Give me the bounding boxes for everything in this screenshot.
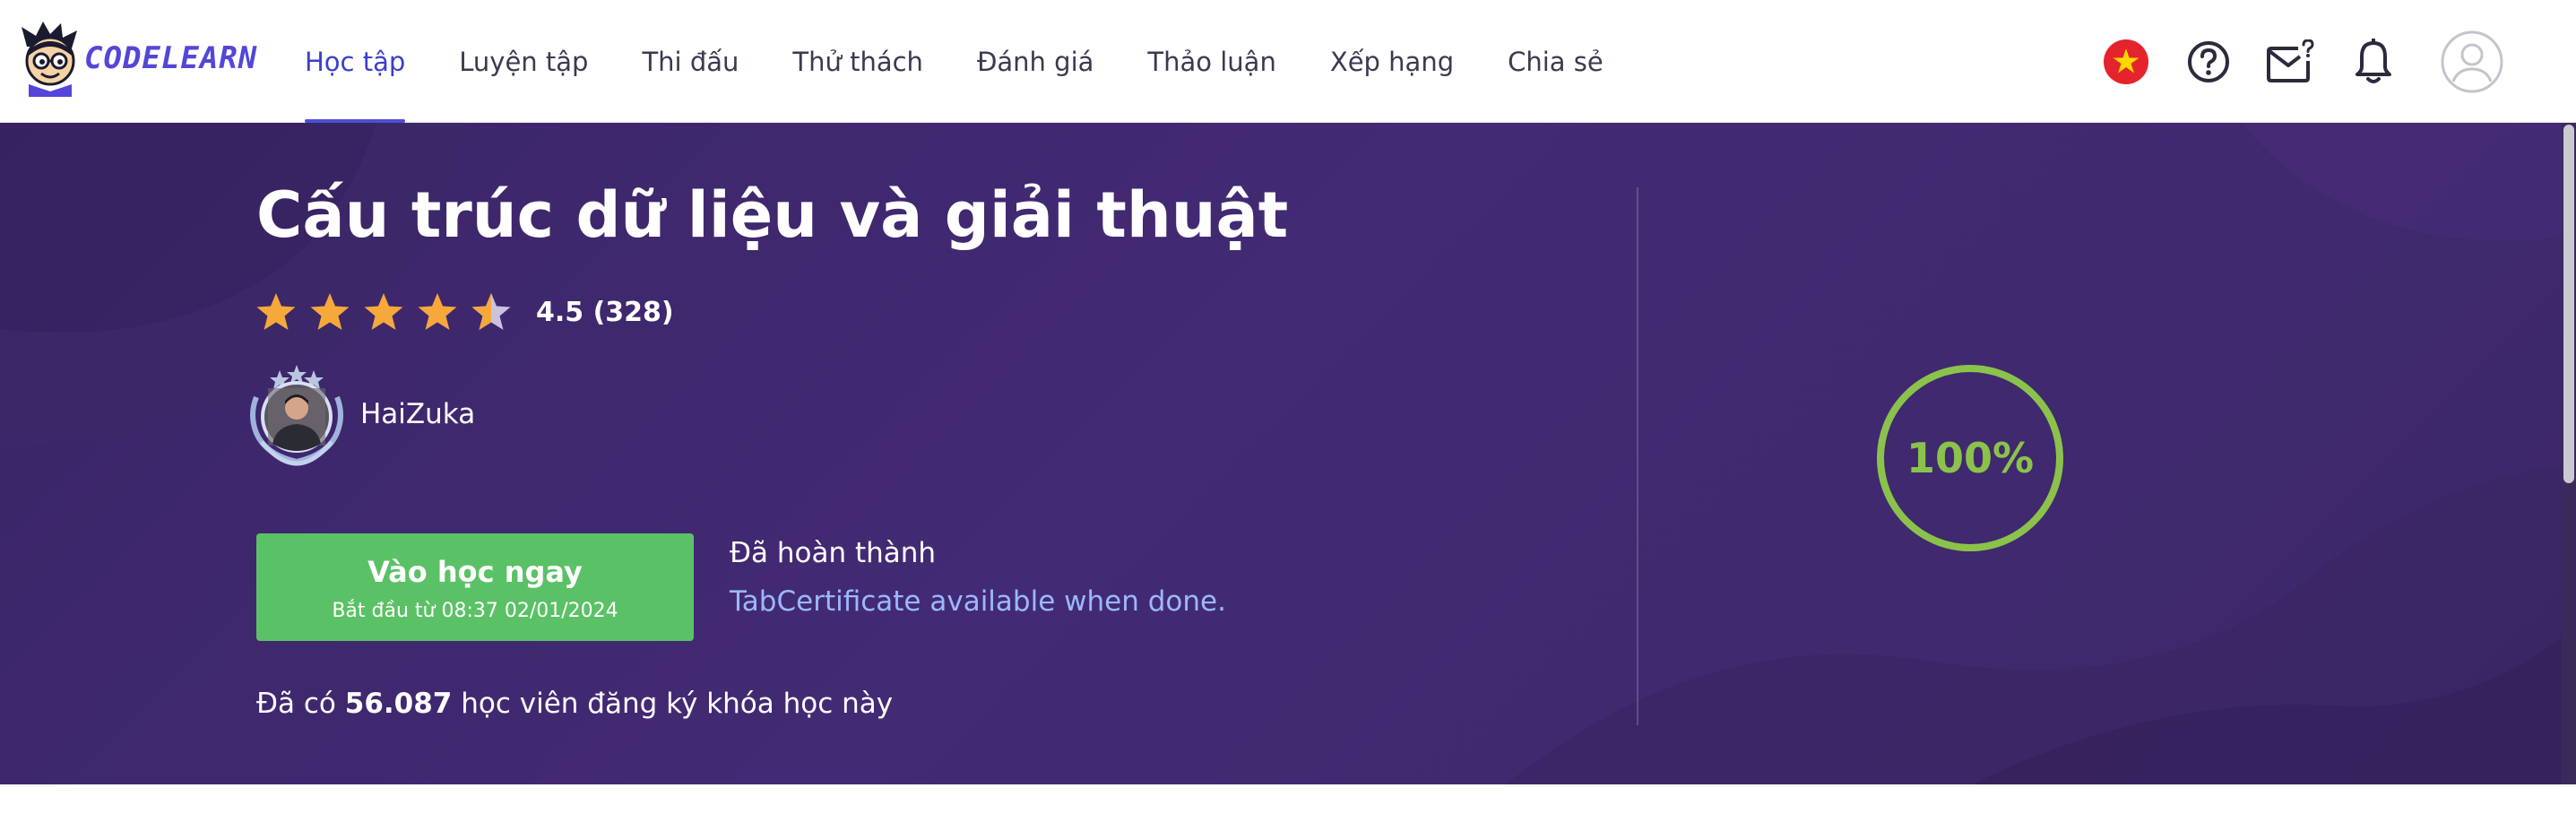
bell-icon	[2356, 38, 2391, 83]
course-hero: Cấu trúc dữ liệu và giải thuật 4.5 (328)	[0, 123, 2576, 784]
author-name: HaiZuka	[360, 398, 476, 430]
enrolled-suffix: học viên đăng ký khóa học này	[461, 688, 894, 720]
user-avatar-icon	[2441, 30, 2503, 92]
start-date-label: Bắt đầu từ 08:37 02/01/2024	[332, 600, 618, 622]
enrolled-number: 56.087	[344, 688, 453, 720]
hero-divider	[1637, 187, 1638, 725]
nav-item-chia-se[interactable]: Chia sẻ	[1481, 0, 1630, 123]
vietnam-flag-icon	[2104, 39, 2148, 84]
nav-actions	[2099, 0, 2504, 123]
nav-item-xep-hang[interactable]: Xếp hạng	[1303, 0, 1481, 123]
brand-name: CODELEARN	[84, 40, 258, 76]
help-icon	[2188, 40, 2229, 82]
certificate-link[interactable]: TabCertificate available when done.	[730, 585, 1226, 618]
nav-item-hoc-tap[interactable]: Học tập	[305, 0, 432, 123]
rating-value: 4.5 (328)	[536, 296, 674, 328]
course-rating: 4.5 (328)	[255, 290, 674, 334]
brand-logo[interactable]: CODELEARN	[18, 20, 257, 97]
scrollbar-thumb[interactable]	[2563, 125, 2574, 483]
star-full-icon	[256, 293, 296, 330]
page-content-below	[0, 784, 2576, 814]
mail-question-icon	[2267, 39, 2314, 82]
start-learning-button[interactable]: Vào học ngay Bắt đầu từ 08:37 02/01/2024	[256, 533, 694, 641]
star-full-icon	[364, 293, 403, 330]
page-scrollbar[interactable]	[2562, 123, 2576, 784]
nav-item-thi-dau[interactable]: Thi đấu	[615, 0, 765, 123]
notifications-button[interactable]	[2347, 35, 2400, 89]
enrollment-count: Đã có 56.087 học viên đăng ký khóa học n…	[256, 688, 893, 720]
course-author[interactable]: HaiZuka	[244, 361, 475, 467]
mascot-logo-icon	[22, 22, 77, 97]
star-full-icon	[310, 293, 350, 330]
progress-percent: 100%	[1906, 434, 2035, 482]
nav-item-danh-gia[interactable]: Đánh giá	[950, 0, 1120, 123]
nav-item-luyen-tap[interactable]: Luyện tập	[432, 0, 615, 123]
help-button[interactable]	[2182, 35, 2235, 89]
enrolled-prefix: Đã có	[256, 688, 336, 720]
star-half-icon	[471, 293, 511, 330]
user-menu-button[interactable]	[2440, 30, 2504, 94]
star-full-icon	[418, 293, 457, 330]
main-nav: Học tập Luyện tập Thi đấu Thử thách Đánh…	[305, 0, 1630, 123]
nav-item-thu-thach[interactable]: Thử thách	[765, 0, 950, 123]
completion-status: Đã hoàn thành	[730, 537, 937, 569]
nav-item-thao-luan[interactable]: Thảo luận	[1120, 0, 1302, 123]
start-learning-label: Vào học ngay	[367, 555, 583, 589]
messages-button[interactable]	[2264, 35, 2318, 89]
author-avatar	[250, 365, 343, 466]
language-button[interactable]	[2099, 35, 2153, 89]
top-navbar: CODELEARN Học tập Luyện tập Thi đấu Thử …	[0, 0, 2576, 123]
course-status: Đã hoàn thành TabCertificate available w…	[730, 537, 1226, 618]
course-title: Cấu trúc dữ liệu và giải thuật	[256, 178, 1289, 252]
